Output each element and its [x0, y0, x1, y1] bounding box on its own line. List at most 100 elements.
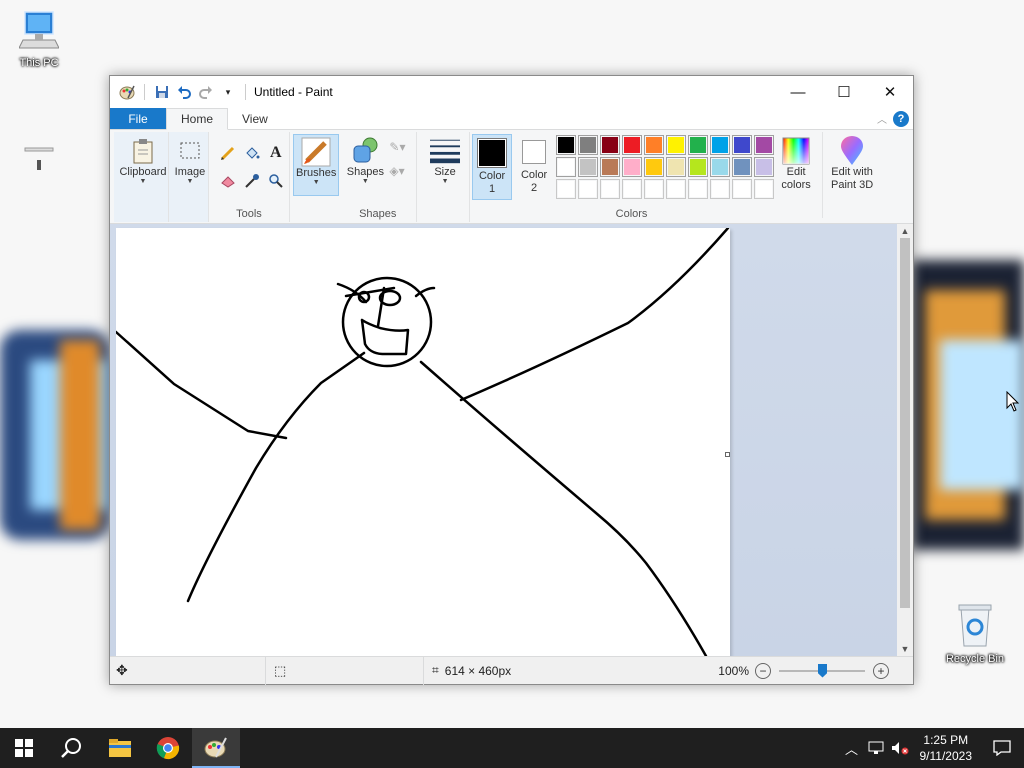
chevron-down-icon: ▼ [361, 178, 369, 185]
text-tool[interactable]: A [265, 142, 287, 164]
shortcut-icon [24, 147, 54, 170]
status-bar: ✥ ⬚ ⌗ 614 × 460px 100% − + [110, 656, 913, 685]
drawing-canvas[interactable] [114, 226, 730, 656]
maximize-button[interactable]: ☐ [821, 76, 867, 108]
clipboard-icon [128, 136, 158, 166]
eraser-icon [220, 176, 235, 188]
recycle-bin-icon [958, 604, 992, 647]
color-swatch[interactable] [644, 157, 665, 177]
pencil-tool[interactable] [217, 142, 239, 164]
zoom-in-button[interactable]: + [873, 662, 889, 679]
tab-view[interactable]: View [228, 108, 282, 129]
search-button[interactable] [48, 728, 96, 768]
color-swatch[interactable] [754, 157, 775, 177]
redo-icon[interactable] [197, 83, 215, 101]
outline-icon[interactable]: ✎▾ [389, 140, 405, 154]
color-swatch[interactable] [688, 157, 709, 177]
canvas-size-text: 614 × 460px [444, 663, 512, 678]
fill-icon[interactable]: ◈▾ [389, 164, 404, 178]
scroll-down-icon[interactable]: ▼ [897, 642, 913, 656]
color-swatch[interactable] [622, 157, 643, 177]
color-swatch[interactable] [732, 157, 753, 177]
tab-home[interactable]: Home [166, 108, 229, 130]
color-swatch[interactable] [644, 135, 665, 155]
shapes-icon [350, 136, 380, 166]
color-swatch[interactable] [666, 179, 687, 199]
color-swatch[interactable] [556, 179, 577, 199]
color-swatch[interactable] [556, 157, 577, 177]
paint-app-icon[interactable] [118, 83, 136, 101]
fill-tool[interactable] [241, 142, 263, 164]
color-swatch[interactable] [600, 135, 621, 155]
vertical-scrollbar[interactable]: ▲ ▼ [897, 224, 913, 656]
desktop-icon-label: Recycle Bin [945, 653, 1005, 665]
minimize-button[interactable]: — [775, 76, 821, 108]
paint-taskbar-button[interactable] [192, 728, 240, 768]
scroll-up-icon[interactable]: ▲ [897, 224, 913, 238]
customize-toolbar-chevron-icon[interactable]: ▾ [219, 83, 237, 101]
color-swatch[interactable] [754, 135, 775, 155]
color-swatch[interactable] [732, 135, 753, 155]
start-button[interactable] [0, 728, 48, 768]
clock[interactable]: 1:25 PM 9/11/2023 [912, 732, 981, 764]
color-swatch[interactable] [578, 135, 599, 155]
save-icon[interactable] [153, 83, 171, 101]
color-swatch[interactable] [754, 179, 775, 199]
image-label: Image [174, 166, 206, 178]
color-picker-tool[interactable] [241, 170, 263, 192]
close-button[interactable]: ✕ [867, 76, 913, 108]
eraser-tool[interactable] [217, 170, 239, 192]
canvas-resize-handle[interactable] [725, 452, 730, 457]
desktop-icon-recycle-bin[interactable]: Recycle Bin [940, 602, 1010, 665]
brushes-button[interactable]: Brushes ▼ [293, 134, 340, 196]
folder-icon [109, 739, 131, 757]
system-tray: ︿ 1:25 PM 9/11/2023 [840, 728, 1024, 768]
edit-colors-button[interactable]: Edit colors [776, 136, 816, 192]
magnifier-tool[interactable] [265, 170, 287, 192]
shapes-button[interactable]: Shapes ▼ [343, 136, 387, 186]
color-swatch[interactable] [710, 157, 731, 177]
color2-button[interactable]: Color 2 [514, 134, 554, 200]
color-swatch[interactable] [622, 179, 643, 199]
volume-muted-icon[interactable] [888, 741, 912, 755]
zoom-slider[interactable] [779, 663, 865, 678]
file-explorer-button[interactable] [96, 728, 144, 768]
chrome-button[interactable] [144, 728, 192, 768]
color-swatch[interactable] [666, 135, 687, 155]
size-button[interactable]: Size ▼ [421, 136, 469, 186]
shapes-group: Shapes ▼ ✎▾ ◈▾ Shapes [339, 132, 418, 222]
color-swatch[interactable] [688, 135, 709, 155]
scrollbar-thumb[interactable] [900, 238, 910, 608]
color-swatch[interactable] [600, 179, 621, 199]
network-icon[interactable] [864, 741, 888, 755]
undo-icon[interactable] [175, 83, 193, 101]
desktop-icon-this-pc[interactable]: This PC [4, 10, 74, 69]
notifications-button[interactable] [980, 740, 1024, 756]
color1-button[interactable]: Color 1 [472, 134, 513, 200]
show-hidden-icons-icon[interactable]: ︿ [840, 739, 864, 758]
zoom-slider-knob[interactable] [818, 663, 827, 678]
color-swatch[interactable] [578, 179, 599, 199]
help-icon[interactable]: ? [893, 110, 909, 127]
title-bar[interactable]: ▾ Untitled - Paint — ☐ ✕ [110, 76, 913, 108]
color1-label: Color [478, 170, 506, 182]
color-swatch[interactable] [688, 179, 709, 199]
right-leg-stroke [419, 360, 708, 656]
clipboard-button[interactable]: Clipboard ▼ [116, 136, 170, 186]
color-swatch[interactable] [622, 135, 643, 155]
desktop-icon-shortcut[interactable] [4, 140, 74, 175]
color-swatch[interactable] [578, 157, 599, 177]
tools-grid: A [217, 142, 287, 192]
color-swatch[interactable] [556, 135, 577, 155]
tab-file[interactable]: File [110, 108, 166, 129]
color-swatch[interactable] [732, 179, 753, 199]
edit-with-paint3d-button[interactable]: Edit with Paint 3D [826, 136, 878, 192]
color-swatch[interactable] [644, 179, 665, 199]
color-swatch[interactable] [600, 157, 621, 177]
color-swatch[interactable] [666, 157, 687, 177]
image-button[interactable]: Image ▼ [169, 136, 211, 186]
collapse-ribbon-icon[interactable]: ︿ [877, 111, 887, 126]
zoom-out-button[interactable]: − [755, 662, 771, 679]
color-swatch[interactable] [710, 135, 731, 155]
color-swatch[interactable] [710, 179, 731, 199]
